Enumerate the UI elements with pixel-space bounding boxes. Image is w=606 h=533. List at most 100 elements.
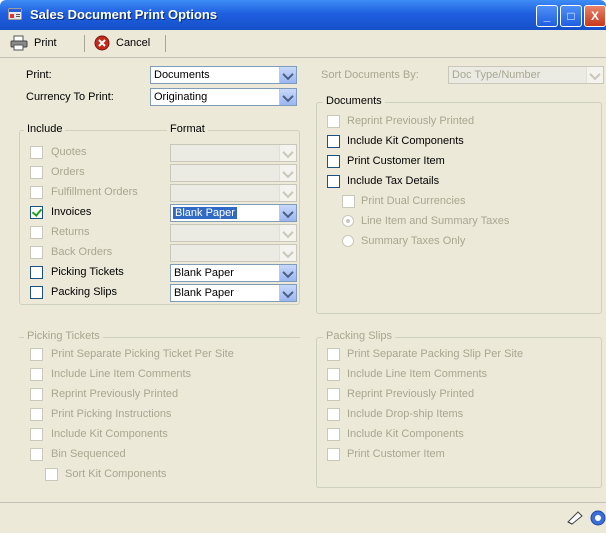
toolbar-separator <box>84 35 85 52</box>
currency-field-label: Currency To Print: <box>26 91 114 103</box>
reprint-previously-printed-label: Reprint Previously Printed <box>347 115 475 127</box>
back-orders-format-select[interactable] <box>170 244 297 262</box>
maximize-icon: □ <box>567 9 575 23</box>
packing-option-label: Include Line Item Comments <box>347 368 488 380</box>
app-icon <box>8 8 22 20</box>
summary-taxes-only-radio[interactable] <box>342 235 354 247</box>
chevron-down-icon[interactable] <box>279 185 296 201</box>
back-orders-label: Back Orders <box>51 246 113 258</box>
status-bar <box>0 502 606 533</box>
print-customer-item-checkbox[interactable] <box>327 155 340 168</box>
chevron-down-icon[interactable] <box>279 285 296 301</box>
picking-tickets-label: Picking Tickets <box>51 266 124 278</box>
line-item-summary-taxes-label: Line Item and Summary Taxes <box>361 215 510 227</box>
chevron-down-icon[interactable] <box>279 265 296 281</box>
chevron-down-icon[interactable] <box>586 67 603 83</box>
picking-option-checkbox[interactable] <box>30 348 43 361</box>
chevron-down-icon[interactable] <box>279 225 296 241</box>
print-dual-currencies-checkbox[interactable] <box>342 195 355 208</box>
picking-option-checkbox[interactable] <box>30 388 43 401</box>
printer-icon <box>10 35 28 51</box>
summary-taxes-only-label: Summary Taxes Only <box>361 235 466 247</box>
documents-group-label: Documents <box>323 95 385 107</box>
returns-format-select[interactable] <box>170 224 297 242</box>
packing-slips-format-value: Blank Paper <box>174 287 234 299</box>
quotes-checkbox[interactable] <box>30 146 43 159</box>
orders-checkbox[interactable] <box>30 166 43 179</box>
currency-select[interactable]: Originating <box>150 88 297 106</box>
packing-slips-format-select[interactable]: Blank Paper <box>170 284 297 302</box>
returns-label: Returns <box>51 226 90 238</box>
packing-option-checkbox[interactable] <box>327 368 340 381</box>
chevron-down-icon[interactable] <box>279 89 296 105</box>
packing-slips-group-label: Packing Slips <box>323 330 396 342</box>
packing-slips-checkbox[interactable] <box>30 286 43 299</box>
chevron-down-icon[interactable] <box>279 67 296 83</box>
print-label: Print <box>34 37 57 49</box>
back-orders-checkbox[interactable] <box>30 246 43 259</box>
chevron-down-icon[interactable] <box>279 145 296 161</box>
picking-option-checkbox[interactable] <box>30 428 43 441</box>
print-button[interactable]: Print <box>10 34 57 52</box>
bin-sequenced-checkbox[interactable] <box>30 448 43 461</box>
include-group-label: Include <box>24 123 66 135</box>
title-bar: Sales Document Print Options _ □ X <box>0 0 606 30</box>
packing-option-label: Include Drop-ship Items <box>347 408 464 420</box>
picking-option-label: Print Separate Picking Ticket Per Site <box>51 348 234 360</box>
packing-option-checkbox[interactable] <box>327 408 340 421</box>
fulfillment-orders-checkbox[interactable] <box>30 186 43 199</box>
packing-slips-label: Packing Slips <box>51 286 118 298</box>
reprint-previously-printed-checkbox[interactable] <box>327 115 340 128</box>
print-dual-currencies-label: Print Dual Currencies <box>361 195 466 207</box>
picking-tickets-checkbox[interactable] <box>30 266 43 279</box>
fulfillment-format-select[interactable] <box>170 184 297 202</box>
currency-select-value: Originating <box>154 91 208 103</box>
invoices-format-select[interactable]: Blank Paper <box>170 204 297 222</box>
packing-option-checkbox[interactable] <box>327 448 340 461</box>
include-kit-components-label: Include Kit Components <box>347 135 464 147</box>
line-item-summary-taxes-radio[interactable] <box>342 215 354 227</box>
orders-format-select[interactable] <box>170 164 297 182</box>
toolbar-separator <box>165 35 166 52</box>
window-title: Sales Document Print Options <box>30 7 218 22</box>
packing-option-label: Include Kit Components <box>347 428 464 440</box>
close-button[interactable]: X <box>584 5 606 27</box>
include-tax-details-checkbox[interactable] <box>327 175 340 188</box>
returns-checkbox[interactable] <box>30 226 43 239</box>
chevron-down-icon[interactable] <box>279 165 296 181</box>
sort-select[interactable]: Doc Type/Number <box>448 66 604 84</box>
note-icon[interactable] <box>566 510 584 526</box>
picking-option-label: Reprint Previously Printed <box>51 388 179 400</box>
picking-tickets-format-select[interactable]: Blank Paper <box>170 264 297 282</box>
chevron-down-icon[interactable] <box>279 205 296 221</box>
help-icon[interactable] <box>590 510 606 526</box>
picking-tickets-format-value: Blank Paper <box>174 267 234 279</box>
sort-kit-components-checkbox[interactable] <box>45 468 58 481</box>
picking-option-label: Print Picking Instructions <box>51 408 172 420</box>
print-select-value: Documents <box>154 69 210 81</box>
invoices-checkbox[interactable] <box>30 206 43 219</box>
close-icon: X <box>590 9 599 23</box>
cancel-label: Cancel <box>116 37 151 49</box>
include-kit-components-checkbox[interactable] <box>327 135 340 148</box>
print-field-label: Print: <box>26 69 52 81</box>
print-select[interactable]: Documents <box>150 66 297 84</box>
picking-option-checkbox[interactable] <box>30 408 43 421</box>
cancel-button[interactable]: Cancel <box>94 34 150 52</box>
maximize-button[interactable]: □ <box>560 5 582 27</box>
packing-option-checkbox[interactable] <box>327 348 340 361</box>
quotes-format-select[interactable] <box>170 144 297 162</box>
packing-option-label: Print Separate Packing Slip Per Site <box>347 348 524 360</box>
packing-option-checkbox[interactable] <box>327 428 340 441</box>
picking-tickets-group-label: Picking Tickets <box>24 330 103 342</box>
picking-option-checkbox[interactable] <box>30 368 43 381</box>
picking-option-label: Include Kit Components <box>51 428 168 440</box>
sort-kit-components-label: Sort Kit Components <box>65 468 167 480</box>
sort-select-value: Doc Type/Number <box>452 69 541 81</box>
chevron-down-icon[interactable] <box>279 245 296 261</box>
minimize-button[interactable]: _ <box>536 5 558 27</box>
fulfillment-orders-label: Fulfillment Orders <box>51 186 138 198</box>
picking-option-label: Include Line Item Comments <box>51 368 192 380</box>
invoices-format-value: Blank Paper <box>173 207 237 219</box>
packing-option-checkbox[interactable] <box>327 388 340 401</box>
